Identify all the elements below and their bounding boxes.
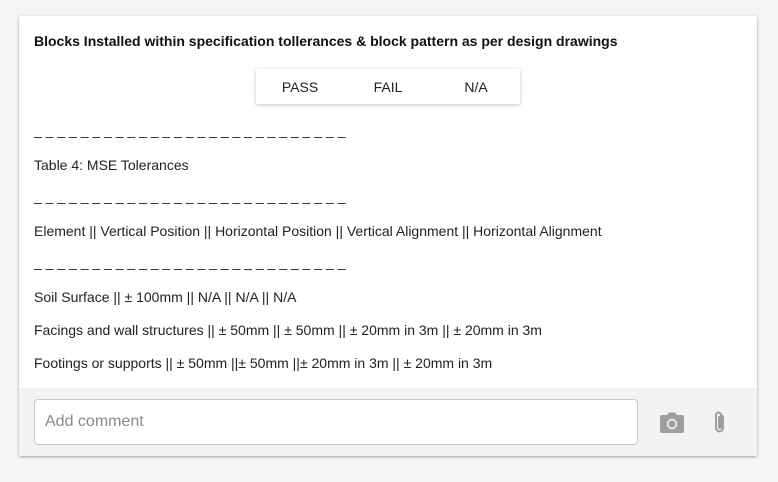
pass-button[interactable]: PASS (256, 69, 344, 104)
comment-input[interactable] (34, 399, 638, 445)
separator-line: _ _ _ _ _ _ _ _ _ _ _ _ _ _ _ _ _ _ _ _ … (34, 188, 346, 204)
table-header-row: Element || Vertical Position || Horizont… (34, 223, 602, 239)
question-title: Blocks Installed within specification to… (34, 33, 618, 49)
checklist-item-card: Blocks Installed within specification to… (19, 16, 757, 456)
na-button[interactable]: N/A (432, 69, 520, 104)
table-row: Footings or supports || ± 50mm ||± 50mm … (34, 355, 493, 371)
separator-line: _ _ _ _ _ _ _ _ _ _ _ _ _ _ _ _ _ _ _ _ … (34, 254, 346, 270)
separator-line: _ _ _ _ _ _ _ _ _ _ _ _ _ _ _ _ _ _ _ _ … (34, 122, 346, 138)
pass-fail-na-toggle: PASS FAIL N/A (256, 69, 520, 104)
fail-button[interactable]: FAIL (344, 69, 432, 104)
table-row: Facings and wall structures || ± 50mm ||… (34, 322, 542, 338)
camera-icon[interactable] (659, 410, 685, 436)
paperclip-icon[interactable] (707, 410, 733, 436)
table-row: Soil Surface || ± 100mm || N/A || N/A ||… (34, 289, 297, 305)
comment-bar (19, 388, 757, 456)
table-title: Table 4: MSE Tolerances (34, 157, 189, 173)
